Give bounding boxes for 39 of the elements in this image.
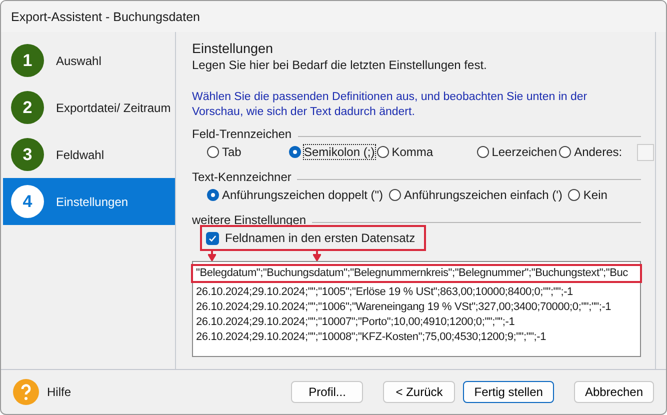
preview-line: 26.10.2024;29.10.2024;"";"10007";"Porto";10,00;4910;1200;0;"";"";-1 — [196, 315, 515, 330]
step-number: 1 — [11, 44, 44, 77]
arrow-icon — [313, 249, 321, 261]
radio-option[interactable]: Komma — [376, 145, 476, 159]
step-number: 3 — [11, 138, 44, 171]
dialog-button[interactable]: < Zurück — [383, 381, 456, 403]
group-label: Feld-Trennzeichen — [192, 127, 292, 141]
window-title: Export-Assistent - Buchungsdaten — [11, 10, 200, 24]
checkbox-label[interactable]: Feldnamen in den ersten Datensatz — [225, 231, 416, 245]
checkbox[interactable] — [206, 232, 219, 244]
dialog-button[interactable]: Fertig stellen — [463, 381, 554, 403]
help-icon[interactable] — [13, 379, 39, 405]
radio-option[interactable]: Anführungszeichen einfach (') — [388, 188, 564, 202]
preview-line: 26.10.2024;29.10.2024;"";"1005";"Erlöse 19 % USt";863,00;10000;8400;0;"";"";-1 — [196, 285, 573, 300]
wizard-step[interactable]: 2 Exportdatei/ Zeitraum — [3, 84, 175, 131]
step-number: 2 — [11, 91, 44, 124]
group-label: weitere Einstellungen — [192, 213, 306, 227]
input-field[interactable] — [637, 144, 654, 160]
wizard-step[interactable]: 1 Auswahl — [3, 37, 175, 84]
check-icon — [208, 234, 217, 242]
preview-line: 26.10.2024;29.10.2024;"";"1006";"Wareneingang 19 % VSt";327,00;3400;70000;0;"";"";-1 — [196, 300, 612, 315]
arrow-icon — [208, 249, 216, 261]
radio-option[interactable]: Anderes: — [558, 145, 624, 159]
dialog-button[interactable]: Profil... — [291, 381, 364, 403]
wizard-step[interactable]: 4 Einstellungen — [3, 178, 175, 225]
step-number: 4 — [11, 185, 44, 218]
radio-option[interactable]: Semikolon (;) — [288, 145, 376, 159]
radio-option[interactable]: Tab — [206, 145, 288, 159]
radio-option[interactable]: Anführungszeichen doppelt (") — [206, 188, 384, 202]
radio-option[interactable]: Kein — [567, 188, 608, 202]
page-title: Einstellungen — [192, 41, 274, 56]
group-label: Text-Kennzeichner — [192, 170, 292, 184]
wizard-step[interactable]: 3 Feldwahl — [3, 131, 175, 178]
info-text: Wählen Sie die passenden Definitionen aus, und beobachten Sie unten in der Vorschau, wie sich der Text dadurch ändert. — [192, 90, 588, 120]
radio-option[interactable]: Leerzeichen — [476, 145, 558, 159]
page-subtitle: Legen Sie hier bei Bedarf die letzten Einstellungen fest. — [192, 58, 488, 72]
dialog-button[interactable]: Abbrechen — [574, 381, 654, 403]
preview-line: 26.10.2024;29.10.2024;"";"10008";"KFZ-Kosten";75,00;4530;1200;9;"";"";-1 — [196, 330, 546, 345]
help-label[interactable]: Hilfe — [47, 385, 272, 399]
